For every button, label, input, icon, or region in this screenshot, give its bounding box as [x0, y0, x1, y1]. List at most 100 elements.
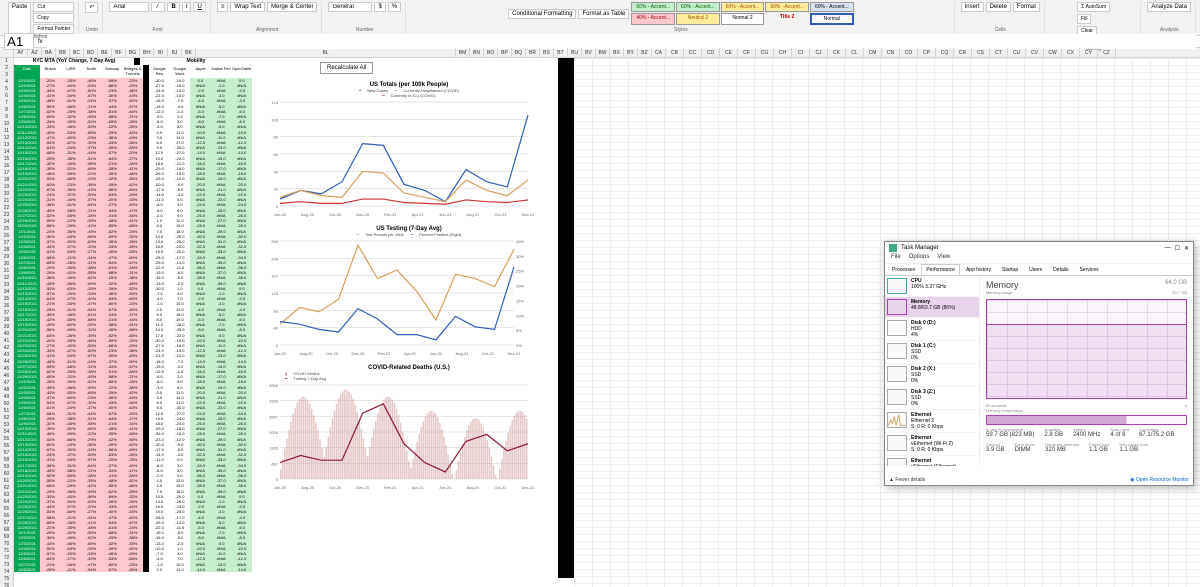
style-accent5[interactable]: 60% - Accent... [810, 2, 854, 12]
taskman-tabs: ProcessesPerformanceApp historyStartupUs… [885, 264, 1193, 276]
svg-text:Dec-21: Dec-21 [522, 212, 536, 217]
font-size-input[interactable] [151, 2, 165, 12]
perf-item-disk0d[interactable]: Disk 0 (D:)HDD4% [885, 318, 979, 341]
autosum-button[interactable]: Σ AutoSum [1077, 2, 1110, 12]
menu-file[interactable]: File [891, 254, 901, 263]
fill-button[interactable]: Fill [1077, 14, 1091, 24]
style-accent4[interactable]: 60% - Accent... [765, 2, 809, 12]
italic-button[interactable]: I [182, 2, 192, 12]
styles-label: Styles [674, 27, 688, 33]
number-format-select[interactable] [328, 2, 372, 12]
style-accent1[interactable]: 60% - Accent... [631, 2, 675, 12]
style-normal[interactable]: Normal [810, 13, 854, 25]
percent-button[interactable]: % [388, 2, 401, 12]
data-table[interactable]: NYC MTA (YoY Change, 7-Day Avg) Mobility… [14, 58, 252, 572]
taskman-sidebar[interactable]: CPU100% 3.37 GHzMemory48.8/63.7 GB (86%)… [885, 276, 980, 466]
analyze-data-button[interactable]: Analyze Data [1147, 2, 1191, 12]
svg-text:15%: 15% [516, 298, 524, 303]
style-title2[interactable]: Title 2 [765, 13, 809, 25]
chart-covid-deaths[interactable]: COVID-Related Deaths (U.S.) ▮COVID Death… [260, 363, 558, 495]
svg-text:Oct-21: Oct-21 [494, 212, 507, 217]
perf-item-disk3z[interactable]: Disk 3 (Z:)SSD0% [885, 387, 979, 410]
tab-processes[interactable]: Processes [887, 264, 920, 275]
svg-text:Oct-20: Oct-20 [329, 212, 342, 217]
font-name-input[interactable] [109, 2, 149, 12]
perf-item-disk1c[interactable]: Disk 1 (C:)SSD0% [885, 341, 979, 364]
style-accent2[interactable]: 60% - Accent... [676, 2, 720, 12]
maximize-button[interactable]: ☐ [1175, 245, 1180, 252]
chart-us-totals[interactable]: US Totals (per 100k People) ━New Cases ━… [260, 80, 558, 222]
style-accent6[interactable]: 40% - Accent... [631, 13, 675, 25]
perf-item-memory[interactable]: Memory48.8/63.7 GB (86%) [885, 297, 979, 318]
svg-text:42: 42 [274, 326, 279, 331]
currency-button[interactable]: $ [374, 2, 385, 12]
perf-item-ethernet[interactable]: EthernetvEthernet (Wi-Fi 2)S: 0 R: 0 Kbp… [885, 433, 979, 456]
svg-text:3333: 3333 [269, 399, 279, 404]
cut-button[interactable]: Cut [33, 2, 74, 12]
style-accent3[interactable]: 60% - Accent... [721, 2, 765, 12]
tab-startup[interactable]: Startup [997, 264, 1023, 275]
fewer-details-button[interactable]: ▲ Fewer details [889, 477, 925, 483]
style-normal2[interactable]: Normal 2 [721, 13, 765, 25]
chart3-svg: 066713332000266733334000Jun-20Aug-20Oct-… [262, 381, 552, 491]
perf-item-cpu[interactable]: CPU100% 3.37 GHz [885, 276, 979, 297]
undo-label: Undo [86, 27, 98, 33]
column-headers[interactable]: AYAZBABBBCBDBEBFBGBHBIBJBKBLBMBNBOBPBQBR… [0, 48, 1200, 58]
format-button[interactable]: Format [1013, 2, 1040, 12]
task-manager-window[interactable]: Task Manager — ☐ ✕ File Options View Pro… [884, 241, 1194, 486]
minimize-button[interactable]: — [1165, 245, 1171, 251]
formula-input[interactable] [47, 34, 1196, 49]
tab-users[interactable]: Users [1024, 264, 1047, 275]
number-group: $ % Number [324, 2, 406, 33]
taskman-menu: File Options View [885, 254, 1193, 264]
tab-app-history[interactable]: App history [961, 264, 996, 275]
memory-stats: In use (Compressed)59.7 GB (823 MB)Avail… [986, 427, 1187, 453]
menu-view[interactable]: View [937, 254, 950, 263]
close-button[interactable]: ✕ [1184, 245, 1189, 252]
format-painter-button[interactable]: Format Painter [33, 24, 74, 34]
merge-center-button[interactable]: Merge & Center [267, 2, 317, 12]
svg-text:Oct-21: Oct-21 [494, 485, 507, 490]
taskman-titlebar[interactable]: Task Manager — ☐ ✕ [885, 242, 1193, 254]
perf-item-ethernet[interactable]: EthernetvEthernet (Ethernet)S: 0 R: 0 Kb… [885, 456, 979, 466]
svg-text:Oct-20: Oct-20 [329, 485, 342, 490]
recalculate-button[interactable]: Recalculate All [320, 62, 373, 74]
resource-monitor-link[interactable]: ◉ Open Resource Monitor [1130, 477, 1189, 483]
fx-icon[interactable]: fx [38, 39, 43, 45]
svg-text:0%: 0% [516, 343, 522, 348]
perf-item-disk2x[interactable]: Disk 2 (X:)SSD0% [885, 364, 979, 387]
perf-item-ethernet[interactable]: EthernetEthernet 2S: 0 R: 0 Kbps [885, 410, 979, 433]
menu-options[interactable]: Options [909, 254, 930, 263]
align-left-button[interactable]: ≡ [217, 2, 229, 12]
svg-text:Jun-20: Jun-20 [274, 485, 287, 490]
conditional-formatting-button[interactable]: Conditional Formatting [508, 9, 576, 19]
svg-text:Aug-21: Aug-21 [456, 351, 470, 356]
section1-title: NYC MTA (YoY Change, 7-Day Avg) [14, 58, 134, 65]
bold-button[interactable]: B [167, 2, 179, 12]
svg-text:20: 20 [274, 187, 279, 192]
tab-details[interactable]: Details [1048, 264, 1073, 275]
svg-text:Dec-20: Dec-20 [356, 485, 370, 490]
paste-button[interactable]: Paste [8, 2, 31, 34]
worksheet-grid[interactable]: 1234567891011121314151617181920212223242… [0, 58, 1200, 587]
svg-text:40%: 40% [516, 239, 524, 244]
tab-performance[interactable]: Performance [921, 264, 960, 275]
wrap-text-button[interactable]: Wrap Text [230, 2, 265, 12]
svg-text:20%: 20% [516, 284, 524, 289]
undo-button[interactable]: ↶ [85, 2, 98, 13]
copy-button[interactable]: Copy [33, 13, 74, 23]
svg-text:0: 0 [276, 343, 279, 348]
svg-text:Dec-20: Dec-20 [356, 212, 370, 217]
underline-button[interactable]: U [193, 2, 205, 12]
svg-text:Apr-21: Apr-21 [412, 485, 425, 490]
delete-button[interactable]: Delete [986, 2, 1011, 12]
table-body[interactable]: 12/1/2021-20%-33%-46%-59%-22%-30.0-19.00… [14, 78, 252, 572]
format-as-table-button[interactable]: Format as Table [578, 9, 629, 19]
section2-title: Mobility [140, 58, 252, 65]
row-headers[interactable]: 1234567891011121314151617181920212223242… [0, 58, 14, 587]
style-neutral2[interactable]: Neutral 2 [676, 13, 720, 25]
insert-button[interactable]: Insert [961, 2, 984, 12]
tab-services[interactable]: Services [1074, 264, 1103, 275]
svg-text:0: 0 [276, 477, 279, 482]
chart-us-testing[interactable]: US Testing (7-Day Avg) ━Test Results per… [260, 224, 558, 361]
